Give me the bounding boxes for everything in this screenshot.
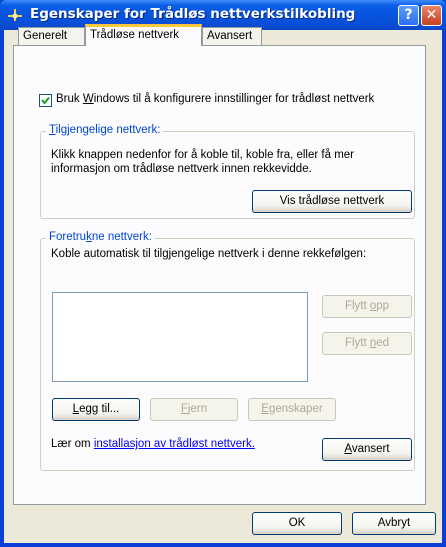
use-windows-label[interactable]: Bruk Windows til å konfigurere innstilli… xyxy=(56,93,374,105)
tab-label: Trådløse nettverk xyxy=(90,29,180,41)
cancel-button[interactable]: Avbryt xyxy=(352,512,436,535)
preferred-networks-legend: Foretrukne nettverk: xyxy=(46,231,155,243)
move-up-button[interactable]: Flytt opp xyxy=(322,295,412,318)
close-button[interactable]: ✕ xyxy=(421,5,442,26)
title-bar[interactable]: Egenskaper for Trådløs nettverkstilkobli… xyxy=(0,0,446,30)
learn-about-text: Lær om installasjon av trådløst nettverk… xyxy=(51,438,255,450)
dialog-window: Egenskaper for Trådløs nettverkstilkobli… xyxy=(0,0,446,547)
properties-button[interactable]: Egenskaper xyxy=(248,398,336,421)
preferred-networks-description: Koble automatisk til tilgjengelige nettv… xyxy=(51,248,367,260)
tab-generelt[interactable]: Generelt xyxy=(18,27,85,45)
move-down-button[interactable]: Flytt ned xyxy=(322,332,412,355)
window-title: Egenskaper for Trådløs nettverkstilkobli… xyxy=(30,6,356,22)
tab-tradlose-nettverk[interactable]: Trådløse nettverk xyxy=(85,24,202,46)
network-connection-icon xyxy=(8,9,22,21)
preferred-networks-list[interactable] xyxy=(52,292,308,382)
tab-label: Avansert xyxy=(207,30,253,42)
checkmark-icon xyxy=(41,96,50,105)
use-windows-checkbox[interactable] xyxy=(39,94,52,107)
available-networks-legend: Tilgjengelige nettverk: xyxy=(46,124,164,136)
ok-button[interactable]: OK xyxy=(252,512,342,535)
help-button[interactable]: ? xyxy=(398,5,419,26)
tab-avansert[interactable]: Avansert xyxy=(202,27,262,45)
learn-about-link[interactable]: installasjon av trådløst nettverk. xyxy=(94,438,255,450)
add-network-button[interactable]: Legg til... xyxy=(52,398,140,421)
available-networks-description: Klikk knappen nedenfor for å koble til, … xyxy=(51,149,354,161)
advanced-button[interactable]: Avansert xyxy=(322,438,412,461)
view-wireless-networks-button[interactable]: Vis trådløse nettverk xyxy=(252,190,412,213)
remove-network-button[interactable]: Fjern xyxy=(150,398,238,421)
tab-label: Generelt xyxy=(23,30,68,42)
available-networks-description-2: informasjon om trådløse nettverk innen r… xyxy=(51,163,312,175)
